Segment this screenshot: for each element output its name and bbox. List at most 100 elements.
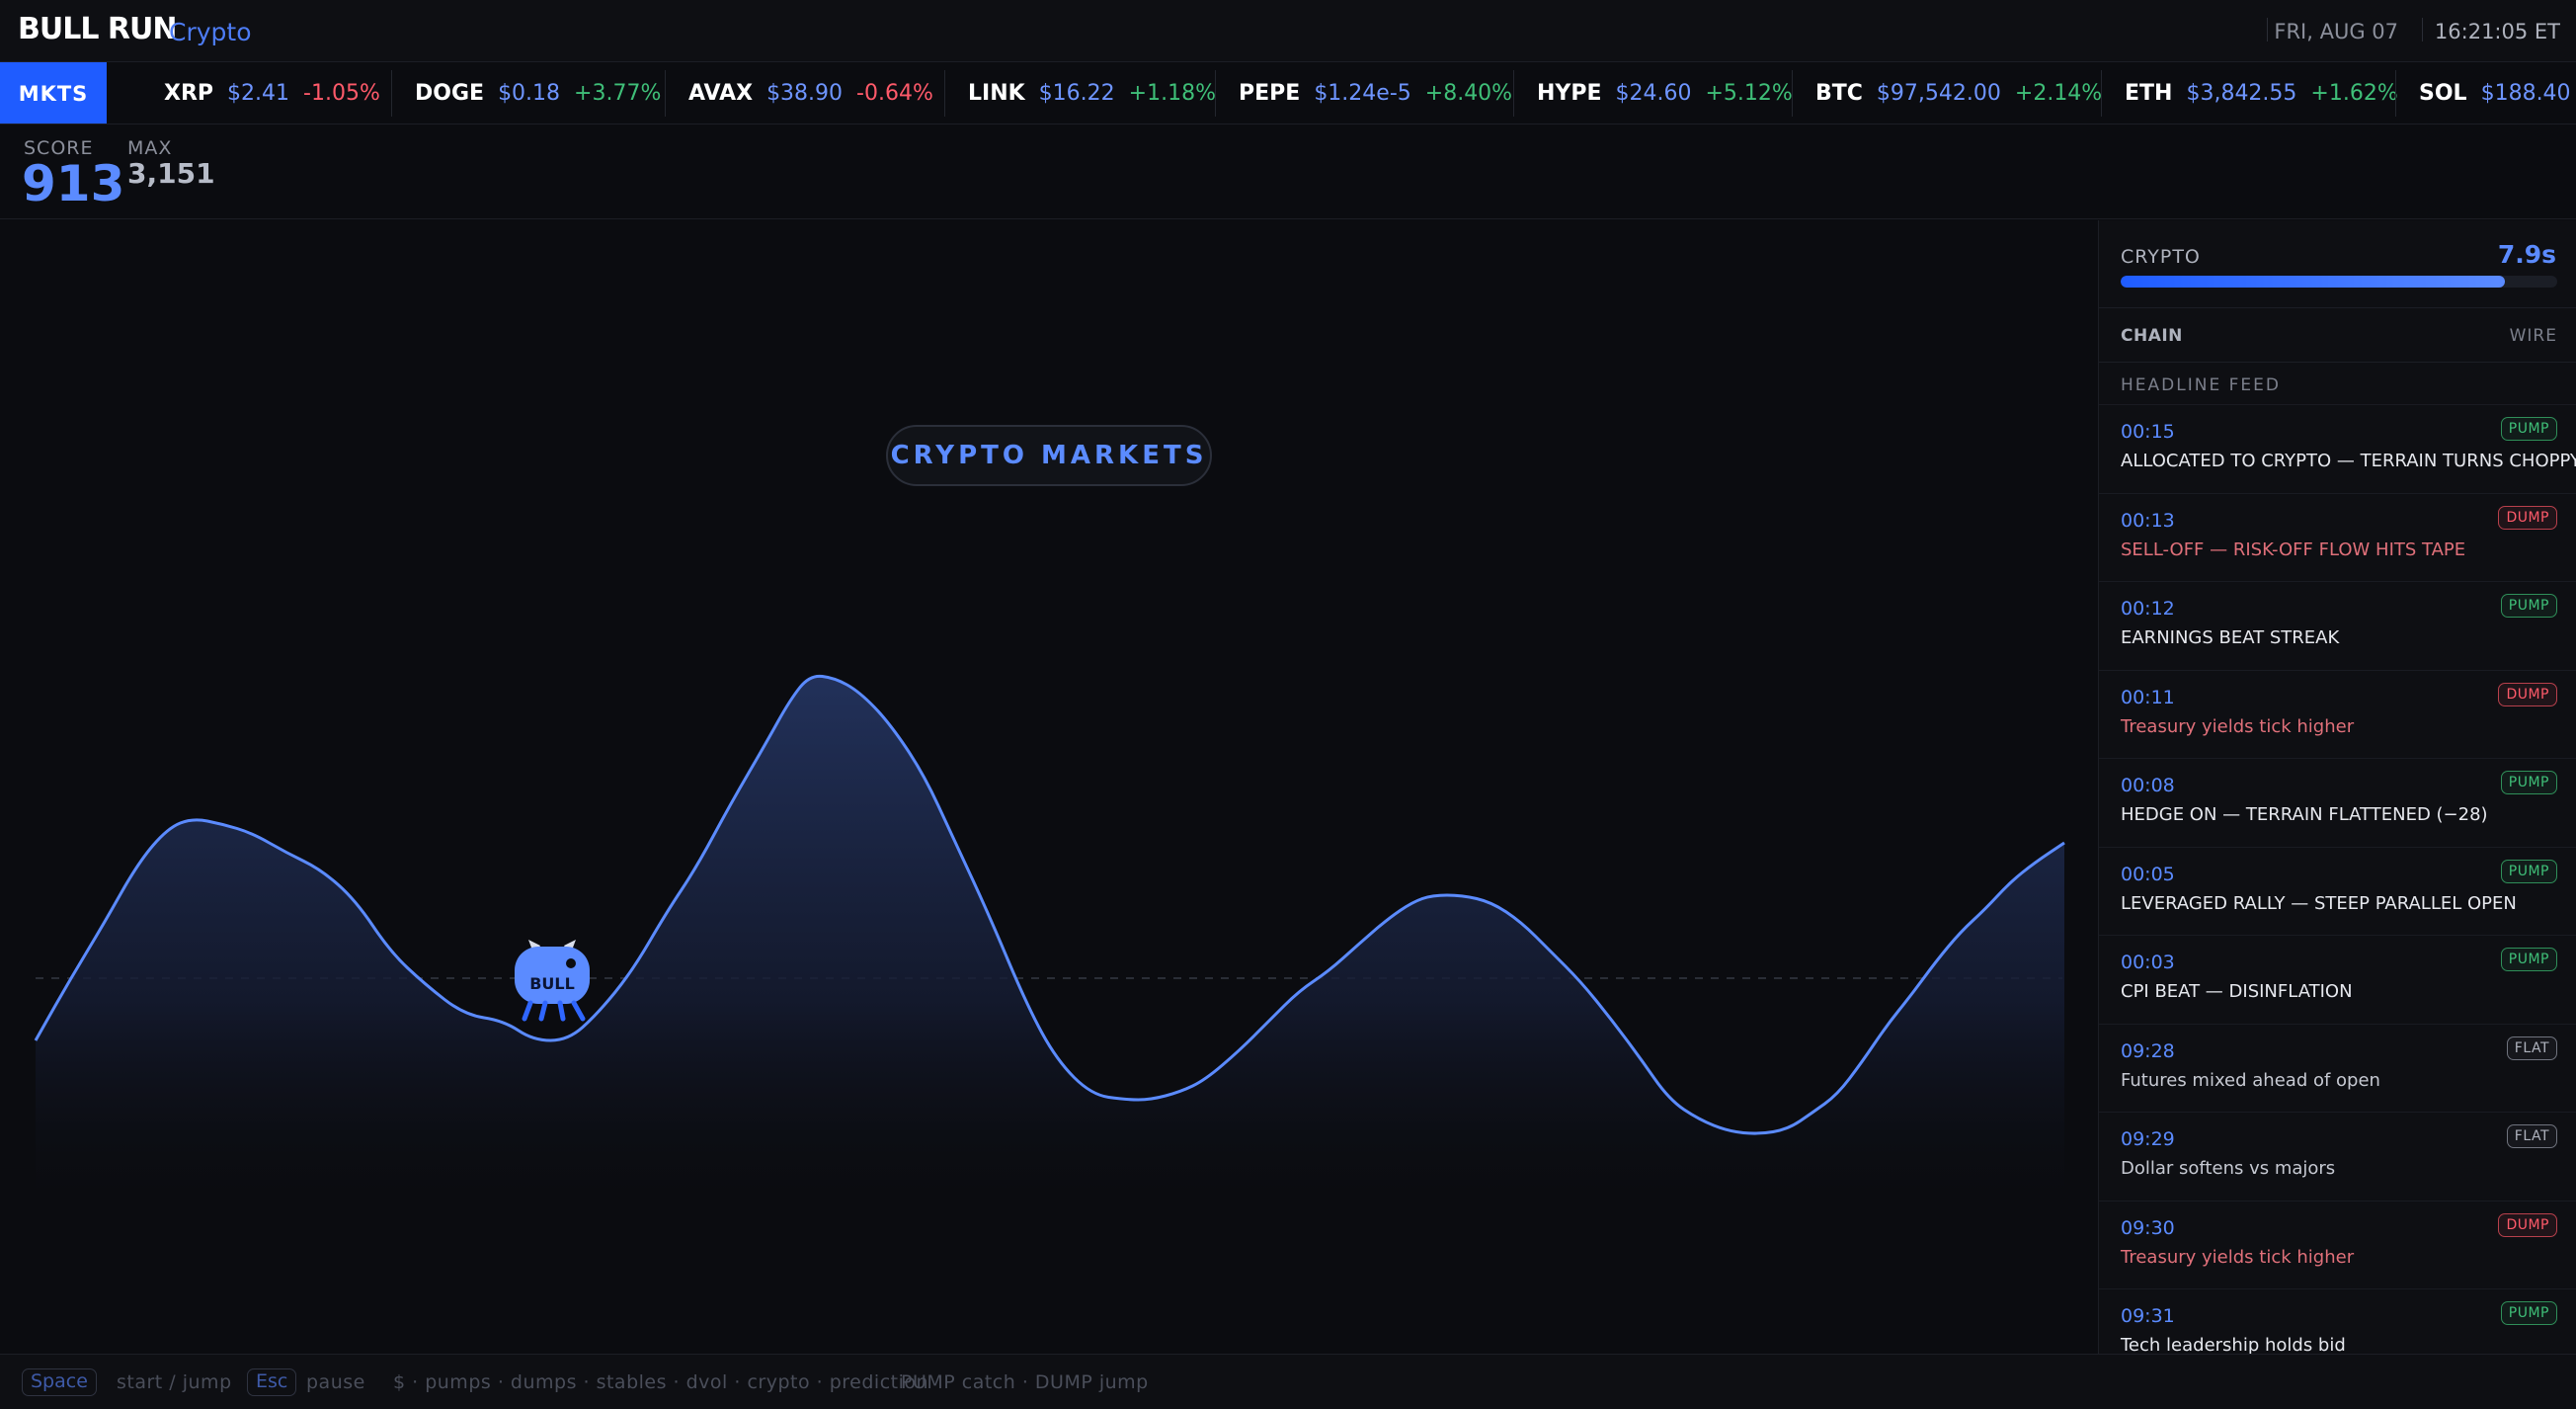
feed-headline: HEDGE ON — TERRAIN FLATTENED (−28) <box>2121 804 2488 825</box>
feed-headline: Futures mixed ahead of open <box>2121 1069 2380 1091</box>
divider <box>2267 18 2268 41</box>
ticker-item-eth[interactable]: ETH $3,842.55 +1.62% <box>2125 62 2398 124</box>
category-progress-bar <box>2121 276 2557 288</box>
tab-wire[interactable]: WIRE <box>2510 326 2557 346</box>
ticker-item-avax[interactable]: AVAX $38.90 -0.64% <box>688 62 933 124</box>
feed-item[interactable]: 00:03 PUMP CPI BEAT — DISINFLATION <box>2099 935 2576 1024</box>
ticker-price: $188.40 <box>2480 81 2571 106</box>
ticker-change: -1.05% <box>303 81 380 106</box>
feed-time: 00:12 <box>2121 598 2175 620</box>
feed-time: 09:31 <box>2121 1305 2175 1327</box>
feed-item[interactable]: 09:30 DUMP Treasury yields tick higher <box>2099 1200 2576 1289</box>
ticker-divider <box>1792 70 1793 117</box>
tab-chain[interactable]: CHAIN <box>2121 326 2183 346</box>
feed-time: 09:28 <box>2121 1039 2175 1062</box>
ticker-price: $24.60 <box>1615 81 1692 106</box>
feed-item[interactable]: 09:31 PUMP Tech leadership holds bid <box>2099 1288 2576 1354</box>
date-display: FRI, AUG 07 <box>2274 20 2398 43</box>
feed-tag-badge: FLAT <box>2506 1124 2557 1148</box>
feed-headline: LEVERAGED RALLY — STEEP PARALLEL OPEN <box>2121 892 2517 914</box>
category-timer: 7.9s <box>2497 240 2556 269</box>
feed-headline: Tech leadership holds bid <box>2121 1335 2346 1354</box>
ticker-price: $2.41 <box>227 81 290 106</box>
esc-action-text: pause <box>306 1371 365 1393</box>
ticker-divider <box>1513 70 1514 117</box>
ticker-item-xrp[interactable]: XRP $2.41 -1.05% <box>164 62 380 124</box>
ticker-price: $3,842.55 <box>2186 81 2297 106</box>
ticker-change: +2.14% <box>2014 81 2103 106</box>
ticker-divider <box>391 70 392 117</box>
ticker-price: $97,542.00 <box>1876 81 2001 106</box>
gameplay-hint-text: PUMP catch · DUMP jump <box>901 1371 1149 1393</box>
score-value: 913 <box>22 155 125 212</box>
feed-item[interactable]: 09:29 FLAT Dollar softens vs majors <box>2099 1112 2576 1201</box>
ticker-symbol: AVAX <box>688 81 754 106</box>
space-action-text: start / jump <box>117 1371 232 1393</box>
headline-feed-label: HEADLINE FEED <box>2121 375 2281 395</box>
ticker-item-pepe[interactable]: PEPE $1.24e-5 +8.40% <box>1239 62 1512 124</box>
divider <box>2422 18 2423 41</box>
ticker-item-doge[interactable]: DOGE $0.18 +3.77% <box>415 62 661 124</box>
ticker-change: +8.40% <box>1424 81 1513 106</box>
feed-headline: SELL-OFF — RISK-OFF FLOW HITS TAPE <box>2121 539 2466 560</box>
max-score-label: MAX <box>127 137 173 159</box>
score-panel: SCORE 913 MAX 3,151 <box>0 125 2576 219</box>
feed-item[interactable]: 00:15 PUMP ALLOCATED TO CRYPTO — TERRAIN T… <box>2099 404 2576 493</box>
ticker-divider <box>665 70 666 117</box>
feed-headline: Treasury yields tick higher <box>2121 715 2355 737</box>
feed-item[interactable]: 00:05 PUMP LEVERAGED RALLY — STEEP PARALLE… <box>2099 846 2576 936</box>
ticker-price: $16.22 <box>1038 81 1115 106</box>
sidebar: CRYPTO 7.9s CHAIN WIRE HEADLINE FEED 00:… <box>2098 220 2576 1354</box>
controls-footer: Space start / jump Esc pause $ · pumps ·… <box>0 1354 2576 1409</box>
feed-tag-badge: PUMP <box>2500 948 2557 971</box>
feed-time: 00:05 <box>2121 863 2175 885</box>
ticker-symbol: DOGE <box>415 81 485 106</box>
game-canvas[interactable]: BULL CRYPTO MARKETS <box>0 220 2098 1354</box>
ticker-symbol: ETH <box>2125 81 2173 106</box>
ticker-change: +1.62% <box>2310 81 2398 106</box>
markets-button[interactable]: MKTS <box>0 62 107 124</box>
mode-label: Crypto <box>169 18 252 46</box>
feed-tag-badge: PUMP <box>2500 417 2557 441</box>
feed-time: 00:13 <box>2121 509 2175 532</box>
ticker-price: $0.18 <box>498 81 561 106</box>
feed-tag-badge: FLAT <box>2506 1036 2557 1060</box>
feed-headline: EARNINGS BEAT STREAK <box>2121 627 2340 648</box>
market-banner: CRYPTO MARKETS <box>886 425 1212 486</box>
ticker-price: $1.24e-5 <box>1314 81 1411 106</box>
terrain-svg: BULL <box>34 674 2065 1218</box>
feed-time: 00:15 <box>2121 421 2175 443</box>
feed-tag-badge: DUMP <box>2498 505 2557 530</box>
feed-headline: Treasury yields tick higher <box>2121 1246 2355 1268</box>
feed-time: 00:03 <box>2121 952 2175 973</box>
feed-headline: ALLOCATED TO CRYPTO — TERRAIN TURNS CHOP… <box>2121 451 2576 471</box>
sidebar-tabs: CHAIN WIRE <box>2099 307 2576 363</box>
top-bar: BULL RUN Crypto FRI, AUG 07 16:21:05 ET <box>0 0 2576 62</box>
feed-item[interactable]: 00:08 PUMP HEDGE ON — TERRAIN FLATTENED (−… <box>2099 758 2576 847</box>
headline-feed[interactable]: 00:15 PUMP ALLOCATED TO CRYPTO — TERRAIN T… <box>2099 404 2576 1354</box>
feed-item[interactable]: 00:13 DUMP SELL-OFF — RISK-OFF FLOW HITS T… <box>2099 492 2576 582</box>
ticker-divider <box>1215 70 1216 117</box>
ticker-change: +5.12% <box>1705 81 1793 106</box>
ticker-item-hype[interactable]: HYPE $24.60 +5.12% <box>1537 62 1793 124</box>
feed-time: 00:08 <box>2121 775 2175 796</box>
feed-headline: CPI BEAT — DISINFLATION <box>2121 981 2353 1002</box>
bull-player: BULL <box>515 940 590 1022</box>
feed-tag-badge: DUMP <box>2498 682 2557 706</box>
item-legend-text: $ · pumps · dumps · stables · dvol · cry… <box>393 1371 929 1393</box>
feed-item[interactable]: 09:28 FLAT Futures mixed ahead of open <box>2099 1023 2576 1113</box>
feed-item[interactable]: 00:11 DUMP Treasury yields tick higher <box>2099 669 2576 759</box>
space-key-hint: Space <box>22 1368 97 1396</box>
feed-item[interactable]: 00:12 PUMP EARNINGS BEAT STREAK <box>2099 581 2576 670</box>
terrain-area <box>36 676 2064 1218</box>
feed-tag-badge: PUMP <box>2500 1301 2557 1325</box>
ticker-price: $38.90 <box>766 81 844 106</box>
ticker-item-sol[interactable]: SOL $188.40 <box>2419 62 2576 124</box>
bull-legs <box>522 1000 586 1022</box>
category-progress-fill <box>2121 276 2505 288</box>
ticker-item-link[interactable]: LINK $16.22 +1.18% <box>968 62 1216 124</box>
bull-label: BULL <box>529 974 575 993</box>
ticker-item-btc[interactable]: BTC $97,542.00 +2.14% <box>1815 62 2102 124</box>
ticker-divider <box>944 70 945 117</box>
ticker-symbol: LINK <box>968 81 1025 106</box>
